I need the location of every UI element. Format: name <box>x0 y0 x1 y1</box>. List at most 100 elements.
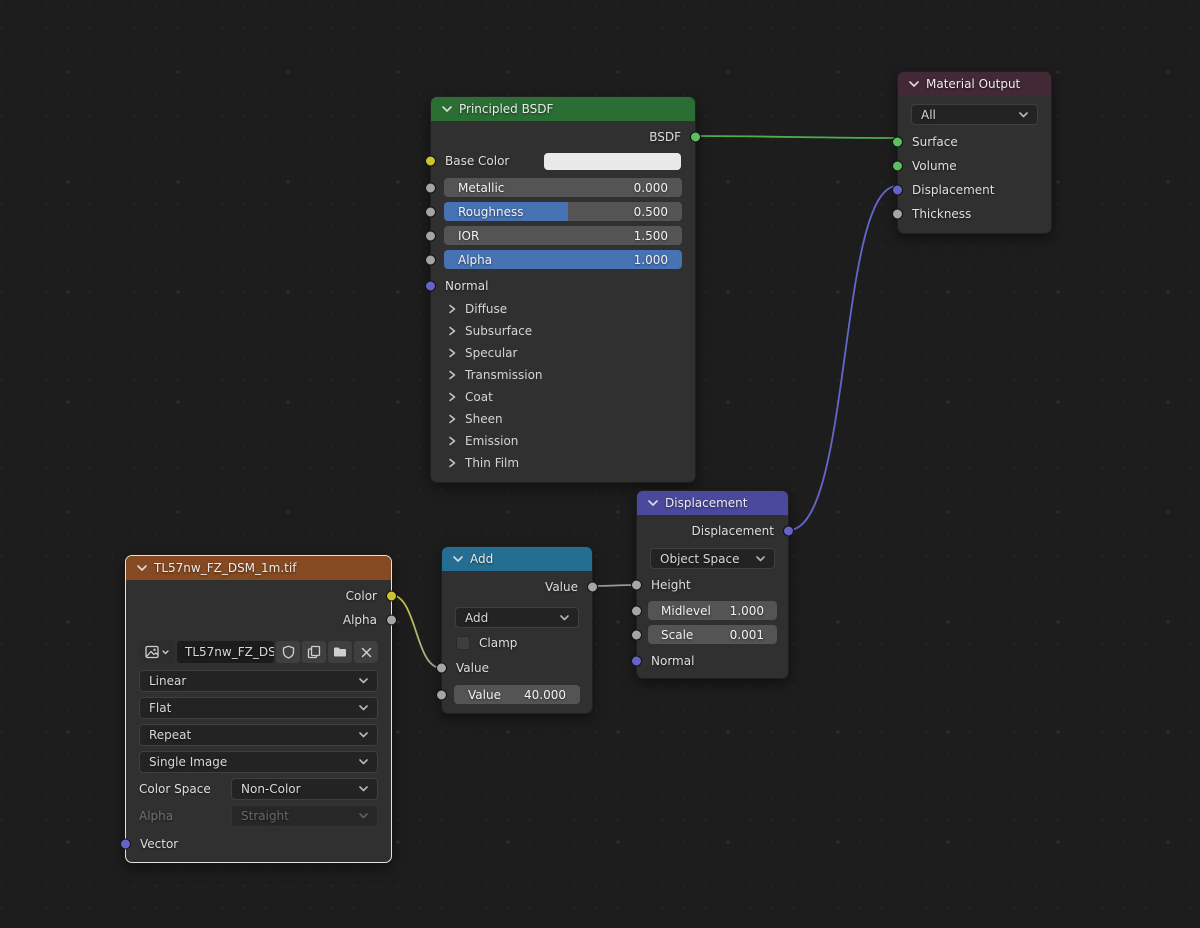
thickness-socket[interactable] <box>892 209 903 220</box>
surface-label: Surface <box>912 135 958 149</box>
roughness-slider[interactable]: Roughness 0.500 <box>444 202 682 221</box>
value-output-socket[interactable] <box>587 582 598 593</box>
displacement-label: Displacement <box>912 183 995 197</box>
fake-user-shield-button[interactable] <box>276 641 300 663</box>
metallic-slider[interactable]: Metallic 0.000 <box>444 178 682 197</box>
metallic-row: Metallic 0.000 <box>431 178 695 197</box>
color-output-socket[interactable] <box>386 591 397 602</box>
copy-icon <box>307 645 321 659</box>
ior-label: IOR <box>458 229 479 243</box>
bsdf-output-socket[interactable] <box>690 132 701 143</box>
scale-socket[interactable] <box>631 629 642 640</box>
interpolation-dropdown[interactable]: Linear <box>139 670 378 692</box>
chevron-down-icon <box>756 556 765 562</box>
material-output-header[interactable]: Material Output <box>898 72 1051 96</box>
open-file-button[interactable] <box>328 641 352 663</box>
alpha-output-row: Alpha <box>126 608 391 632</box>
panel-coat[interactable]: Coat <box>431 386 695 408</box>
image-name-field[interactable]: TL57nw_FZ_DS... <box>177 641 274 663</box>
value-slider[interactable]: Value 40.000 <box>454 685 580 704</box>
node-image-texture[interactable]: TL57nw_FZ_DSM_1m.tif Color Alpha TL57nw_… <box>125 555 392 863</box>
wire-color-to-addvalue <box>391 595 441 668</box>
panel-emission[interactable]: Emission <box>431 430 695 452</box>
alpha-socket[interactable] <box>425 254 436 265</box>
value-output-row: Value <box>442 575 592 599</box>
interpolation-row: Linear <box>126 670 391 692</box>
collapse-chevron-icon[interactable] <box>442 106 452 112</box>
surface-socket[interactable] <box>892 137 903 148</box>
roughness-label: Roughness <box>458 205 523 219</box>
collapse-chevron-icon[interactable] <box>648 500 658 506</box>
chevron-down-icon <box>359 813 368 819</box>
node-principled-bsdf[interactable]: Principled BSDF BSDF Base Color Metallic… <box>430 96 696 483</box>
projection-row: Flat <box>126 697 391 719</box>
panel-diffuse[interactable]: Diffuse <box>431 298 695 320</box>
extension-dropdown[interactable]: Repeat <box>139 724 378 746</box>
normal-label: Normal <box>445 279 488 293</box>
chevron-down-icon <box>359 705 368 711</box>
displacement-socket[interactable] <box>892 185 903 196</box>
displacement-header[interactable]: Displacement <box>637 491 788 515</box>
scale-slider[interactable]: Scale 0.001 <box>648 625 777 644</box>
clamp-checkbox[interactable] <box>456 636 470 650</box>
chevron-down-icon <box>359 786 368 792</box>
space-row: Object Space <box>637 548 788 569</box>
midlevel-socket[interactable] <box>631 605 642 616</box>
alpha-slider[interactable]: Alpha 1.000 <box>444 250 682 269</box>
value-input-socket[interactable] <box>436 663 447 674</box>
midlevel-slider[interactable]: Midlevel 1.000 <box>648 601 777 620</box>
panel-specular[interactable]: Specular <box>431 342 695 364</box>
vector-input-row: Vector <box>126 832 391 856</box>
vector-socket[interactable] <box>120 839 131 850</box>
collapse-chevron-icon[interactable] <box>137 565 147 571</box>
alpha-mode-label: Alpha <box>139 809 225 823</box>
operation-dropdown[interactable]: Add <box>455 607 579 628</box>
panel-chevron-icon <box>448 326 456 336</box>
roughness-row: Roughness 0.500 <box>431 202 695 221</box>
principled-header[interactable]: Principled BSDF <box>431 97 695 121</box>
panel-thin-film[interactable]: Thin Film <box>431 452 695 474</box>
ior-slider[interactable]: IOR 1.500 <box>444 226 682 245</box>
projection-dropdown[interactable]: Flat <box>139 697 378 719</box>
color-output-row: Color <box>126 584 391 608</box>
panel-transmission[interactable]: Transmission <box>431 364 695 386</box>
target-dropdown[interactable]: All <box>911 104 1038 125</box>
normal-socket[interactable] <box>425 281 436 292</box>
panel-sheen[interactable]: Sheen <box>431 408 695 430</box>
normal-socket[interactable] <box>631 656 642 667</box>
midlevel-value: 1.000 <box>730 604 764 618</box>
base-color-socket[interactable] <box>425 156 436 167</box>
ior-socket[interactable] <box>425 230 436 241</box>
clamp-row: Clamp <box>442 634 592 652</box>
alpha-output-socket[interactable] <box>386 615 397 626</box>
collapse-chevron-icon[interactable] <box>909 81 919 87</box>
ior-row: IOR 1.500 <box>431 226 695 245</box>
panel-subsurface[interactable]: Subsurface <box>431 320 695 342</box>
node-material-output[interactable]: Material Output All Surface Volume Displ… <box>897 71 1052 234</box>
height-socket[interactable] <box>631 580 642 591</box>
chevron-down-icon <box>359 678 368 684</box>
source-dropdown[interactable]: Single Image <box>139 751 378 773</box>
ior-value: 1.500 <box>634 229 668 243</box>
value-slider-socket[interactable] <box>436 689 447 700</box>
node-displacement[interactable]: Displacement Displacement Object Space H… <box>636 490 789 679</box>
base-color-swatch[interactable] <box>544 153 681 170</box>
node-math-add[interactable]: Add Value Add Clamp Value Value 40.000 <box>441 546 593 714</box>
image-browse-button[interactable] <box>139 641 175 663</box>
metallic-label: Metallic <box>458 181 504 195</box>
roughness-socket[interactable] <box>425 206 436 217</box>
wire-displacement-to-output <box>789 186 897 530</box>
volume-socket[interactable] <box>892 161 903 172</box>
space-dropdown[interactable]: Object Space <box>650 548 775 569</box>
add-header[interactable]: Add <box>442 547 592 571</box>
shield-icon <box>282 645 295 659</box>
node-title: Material Output <box>926 77 1020 91</box>
collapse-chevron-icon[interactable] <box>453 556 463 562</box>
chevron-down-icon <box>359 759 368 765</box>
unlink-button[interactable] <box>354 641 378 663</box>
color-space-dropdown[interactable]: Non-Color <box>231 778 378 800</box>
duplicate-button[interactable] <box>302 641 326 663</box>
metallic-socket[interactable] <box>425 182 436 193</box>
displacement-output-socket[interactable] <box>783 526 794 537</box>
image-texture-header[interactable]: TL57nw_FZ_DSM_1m.tif <box>126 556 391 580</box>
